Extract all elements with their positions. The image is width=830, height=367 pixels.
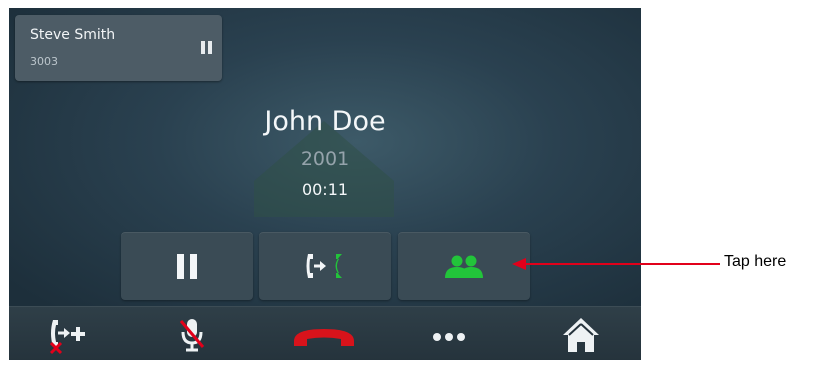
caller-number: 2001 (300, 148, 350, 170)
home-icon[interactable] (561, 315, 601, 355)
held-call-name: Steve Smith (30, 27, 116, 43)
more-icon[interactable] (431, 315, 467, 355)
bottom-toolbar (9, 306, 641, 360)
annotation-line (520, 263, 720, 265)
transfer-button[interactable] (259, 232, 391, 300)
add-transfer-icon[interactable] (47, 315, 93, 355)
caller-name: John Doe (264, 106, 386, 137)
mute-mic-icon[interactable] (177, 315, 207, 355)
transfer-icon (306, 254, 342, 278)
conference-button[interactable] (398, 232, 530, 300)
held-call-card[interactable]: Steve Smith 3003 (15, 15, 222, 81)
held-call-number: 3003 (30, 55, 58, 68)
pause-icon (201, 41, 212, 54)
call-timer: 00:11 (301, 180, 349, 199)
conference-icon (445, 255, 483, 278)
hold-button[interactable] (121, 232, 253, 300)
phone-screen: Steve Smith 3003 John Doe 2001 00:11 (9, 8, 641, 360)
annotation-label: Tap here (724, 253, 787, 270)
pause-icon (177, 254, 197, 279)
end-call-icon[interactable] (291, 315, 357, 355)
